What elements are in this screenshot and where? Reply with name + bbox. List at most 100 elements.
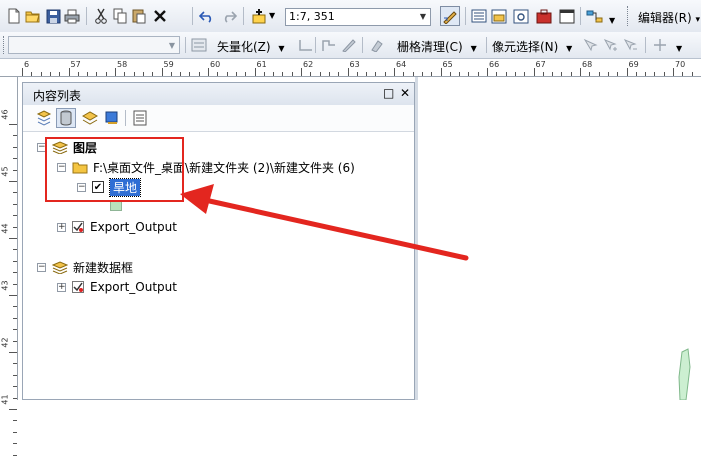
save-icon[interactable] [44,7,62,25]
cell-select-menu-button[interactable]: 像元选择(N) ▼ [492,38,572,55]
model-builder-icon[interactable] [586,7,604,25]
table-of-contents-panel: 内容列表 □ ✕ − 图层 − F:\桌面文件_桌面\新建文件夹 (2)\新建文… [22,82,415,400]
vector-trace-icon[interactable] [297,36,315,54]
trace-tool-icon[interactable] [320,36,338,54]
chevron-down-icon[interactable]: ▼ [416,9,430,25]
ruler-tick [69,68,70,76]
new-document-icon[interactable] [5,7,23,25]
open-folder-icon[interactable] [24,7,42,25]
editor-menu-label: 编辑器(R) [638,11,692,25]
add-data-icon[interactable] [250,7,268,25]
ruler-tick [301,68,302,76]
editor-toolbar-icon[interactable] [440,6,460,26]
crosshair-icon[interactable] [651,36,669,54]
expand-toggle[interactable]: + [57,223,66,232]
chevron-down-icon[interactable]: ▼ [165,37,179,53]
add-data-dropdown-arrow[interactable]: ▼ [269,11,275,20]
undo-icon[interactable] [198,7,216,25]
ruler-tick [348,68,349,76]
catalog-icon[interactable] [490,7,508,25]
toolbar-separator [192,7,193,25]
select-cells-icon[interactable] [582,36,600,54]
raster-settings-icon[interactable] [190,36,208,54]
layer-visibility-checkbox[interactable] [72,281,84,293]
ruler-minor-tick [31,72,32,76]
paste-icon[interactable] [130,7,148,25]
options-icon[interactable] [131,109,149,127]
chevron-down-icon: ▼ [566,44,572,53]
copy-icon[interactable] [111,7,129,25]
raster-cleanup-menu-button[interactable]: 栅格清理(C) ▼ [397,38,477,55]
collapse-toggle[interactable]: − [37,263,46,272]
ruler-minor-tick [552,72,553,76]
ruler-minor-tick [134,72,135,76]
delete-icon[interactable] [151,7,169,25]
vertical-ruler: 464544434241 [0,77,18,400]
remove-cells-icon[interactable] [622,36,640,54]
search-window-icon[interactable] [512,7,530,25]
chevron-down-icon: ▼ [471,44,477,53]
list-by-source-icon[interactable] [56,108,76,128]
ruler-tick [9,352,17,353]
ruler-tick-label: 68 [582,60,592,69]
ruler-minor-tick [413,72,414,76]
editor-menu-button[interactable]: 编辑器(R) ▾ [638,9,700,26]
toolbar-overflow-icon[interactable]: ▼ [609,16,615,25]
map-display[interactable] [418,77,701,400]
ruler-tick-label: 59 [164,60,174,69]
ruler-minor-tick [320,72,321,76]
ruler-minor-tick [106,72,107,76]
table-of-contents-icon[interactable] [470,7,488,25]
tree-node-export-output[interactable]: + Export_Output [57,219,177,235]
layer-visibility-checkbox[interactable] [72,221,84,233]
ruler-minor-tick [143,72,144,76]
new-data-frame-label: 新建数据框 [73,259,133,276]
python-window-icon[interactable] [558,7,576,25]
add-cells-icon[interactable] [602,36,620,54]
ruler-minor-tick [13,147,17,148]
list-by-drawing-order-icon[interactable] [35,109,53,127]
toolbar-separator [486,37,487,53]
ruler-minor-tick [13,443,17,444]
ruler-minor-tick [13,329,17,330]
toolbar-grip[interactable] [627,6,631,26]
tree-node-export-output[interactable]: + Export_Output [57,279,177,295]
chevron-down-icon: ▾ [696,15,701,25]
toolbar-separator [362,37,363,53]
panel-title: 内容列表 [33,87,81,104]
print-icon[interactable] [63,7,81,25]
ruler-minor-tick [13,249,17,250]
target-layer-combobox[interactable]: ▼ [8,36,180,54]
pin-icon[interactable]: □ [383,86,394,100]
ruler-minor-tick [13,432,17,433]
ruler-minor-tick [13,204,17,205]
ruler-minor-tick [366,72,367,76]
toolbar-grip[interactable] [3,36,7,54]
cut-icon[interactable] [92,7,110,25]
ruler-minor-tick [13,261,17,262]
ruler-minor-tick [13,284,17,285]
ruler-minor-tick [13,158,17,159]
ruler-tick-label: 45 [1,166,10,176]
ruler-minor-tick [152,72,153,76]
ruler-minor-tick [13,363,17,364]
eraser-tool-icon[interactable] [368,36,386,54]
export-output-label: Export_Output [90,280,177,294]
expand-toggle[interactable]: + [57,283,66,292]
toolbar-overflow-icon[interactable]: ▼ [676,44,682,53]
ruler-tick-label: 69 [629,60,639,69]
close-icon[interactable]: ✕ [400,86,410,100]
map-scale-combobox[interactable]: 1:7, 351 ▼ [285,8,431,26]
ruler-tick [162,68,163,76]
redo-icon[interactable] [220,7,238,25]
standard-toolbar: ▼ 1:7, 351 ▼ ▼ 编辑器(R) ▾ [0,0,701,33]
ruler-minor-tick [468,72,469,76]
pencil-icon[interactable] [340,36,358,54]
list-by-selection-icon[interactable] [103,109,121,127]
arctoolbox-icon[interactable] [535,7,553,25]
ruler-tick [580,68,581,76]
ruler-minor-tick [13,455,17,456]
tree-node-new-data-frame[interactable]: − 新建数据框 [37,259,133,275]
list-by-visibility-icon[interactable] [81,109,99,127]
vectorize-menu-button[interactable]: 矢量化(Z) ▼ [217,38,285,55]
